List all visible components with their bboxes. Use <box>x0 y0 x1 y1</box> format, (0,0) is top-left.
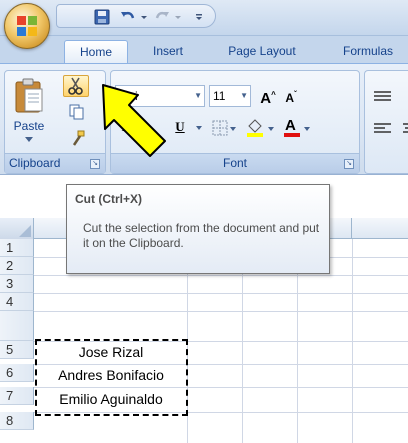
paste-label: Paste <box>13 119 45 133</box>
shrink-font-label: A <box>285 91 294 105</box>
ribbon-tab-row: Home Insert Page Layout Formulas <box>0 36 408 64</box>
font-name-value: libri <box>119 89 138 103</box>
font-size-dropdown-icon[interactable]: ▼ <box>240 86 248 106</box>
underline-dropdown-icon[interactable] <box>195 124 203 132</box>
row-header-1[interactable]: 1 <box>0 239 34 257</box>
tab-home[interactable]: Home <box>64 40 128 64</box>
cut-button[interactable] <box>63 75 89 97</box>
align-top-icon <box>374 91 391 101</box>
select-all-triangle-icon <box>19 225 31 237</box>
align-left-icon <box>374 123 391 133</box>
quick-access-toolbar <box>56 4 216 28</box>
cut-tooltip: Cut (Ctrl+X) Cut the selection from the … <box>66 184 330 274</box>
clipboard-dialog-launcher[interactable]: ↘ <box>90 159 100 169</box>
tooltip-body: Cut the selection from the document and … <box>83 221 320 250</box>
font-size-combo[interactable]: 11 ▼ <box>209 85 251 107</box>
undo-icon[interactable] <box>119 8 137 26</box>
font-size-value: 11 <box>213 89 226 103</box>
format-painter-icon <box>72 130 85 146</box>
font-color-swatch <box>284 133 300 137</box>
fill-color-button[interactable] <box>243 117 277 139</box>
undo-dropdown-icon[interactable] <box>139 8 149 26</box>
office-button[interactable] <box>4 3 50 49</box>
office-logo-icon <box>17 16 37 36</box>
bold-button[interactable]: B <box>115 117 137 139</box>
font-color-label: A <box>285 117 296 134</box>
row-header-2[interactable]: 2 <box>0 257 34 275</box>
copy-button[interactable] <box>63 101 89 123</box>
row-header-4[interactable]: 4 <box>0 293 34 311</box>
row-header-8[interactable]: 8 <box>0 412 34 430</box>
tab-insert[interactable]: Insert <box>140 40 196 64</box>
tooltip-title: Cut (Ctrl+X) <box>75 192 142 206</box>
font-name-combo[interactable]: libri ▼ <box>115 85 205 107</box>
fill-bucket-icon <box>247 119 274 137</box>
borders-icon <box>212 120 236 136</box>
paste-icon <box>15 78 43 113</box>
row-header-7[interactable]: 7 <box>0 387 34 405</box>
customize-toolbar-icon[interactable] <box>193 8 205 26</box>
font-color-button[interactable]: A <box>281 117 315 139</box>
gridline <box>352 239 353 443</box>
font-group-label: Font <box>111 153 359 173</box>
tab-formulas[interactable]: Formulas <box>330 40 406 64</box>
paste-button[interactable]: Paste <box>9 75 49 151</box>
scissors-icon <box>68 77 83 95</box>
align-center-icon <box>403 123 408 133</box>
format-painter-button[interactable] <box>63 127 89 149</box>
font-name-dropdown-icon[interactable]: ▼ <box>194 86 202 106</box>
redo-dropdown-icon[interactable] <box>173 8 183 26</box>
font-group: libri ▼ 11 ▼ A^ Aˇ B U A Font ↘ <box>110 70 360 174</box>
shrink-font-button[interactable]: Aˇ <box>281 85 301 107</box>
borders-button[interactable] <box>209 117 237 139</box>
cut-selection-border <box>35 339 188 416</box>
grow-font-button[interactable]: A^ <box>257 85 279 107</box>
tab-page-layout[interactable]: Page Layout <box>218 40 306 64</box>
select-all-button[interactable] <box>0 218 34 239</box>
underline-button[interactable]: U <box>169 117 191 139</box>
row-header-6[interactable]: 6 <box>0 364 34 382</box>
paste-dropdown-icon <box>25 137 33 142</box>
row-header-3[interactable]: 3 <box>0 275 34 293</box>
row-header-5[interactable]: 5 <box>0 341 34 359</box>
font-color-dropdown-icon <box>304 127 310 131</box>
align-top-button[interactable] <box>371 87 395 107</box>
grow-font-label: A <box>260 90 272 107</box>
column-header-e[interactable] <box>352 218 408 239</box>
copy-icon <box>69 104 84 120</box>
alignment-group <box>364 70 408 174</box>
save-icon[interactable] <box>93 8 111 26</box>
redo-icon[interactable] <box>153 8 171 26</box>
row-header-4-lower <box>0 311 34 341</box>
align-left-button[interactable] <box>371 119 395 139</box>
title-bar <box>0 0 408 36</box>
align-center-button[interactable] <box>401 119 408 139</box>
ribbon: Paste Clipboard ↘ libri ▼ 11 ▼ A^ Aˇ B U… <box>0 63 408 175</box>
clipboard-group: Paste Clipboard ↘ <box>4 70 106 174</box>
font-dialog-launcher[interactable]: ↘ <box>344 159 354 169</box>
